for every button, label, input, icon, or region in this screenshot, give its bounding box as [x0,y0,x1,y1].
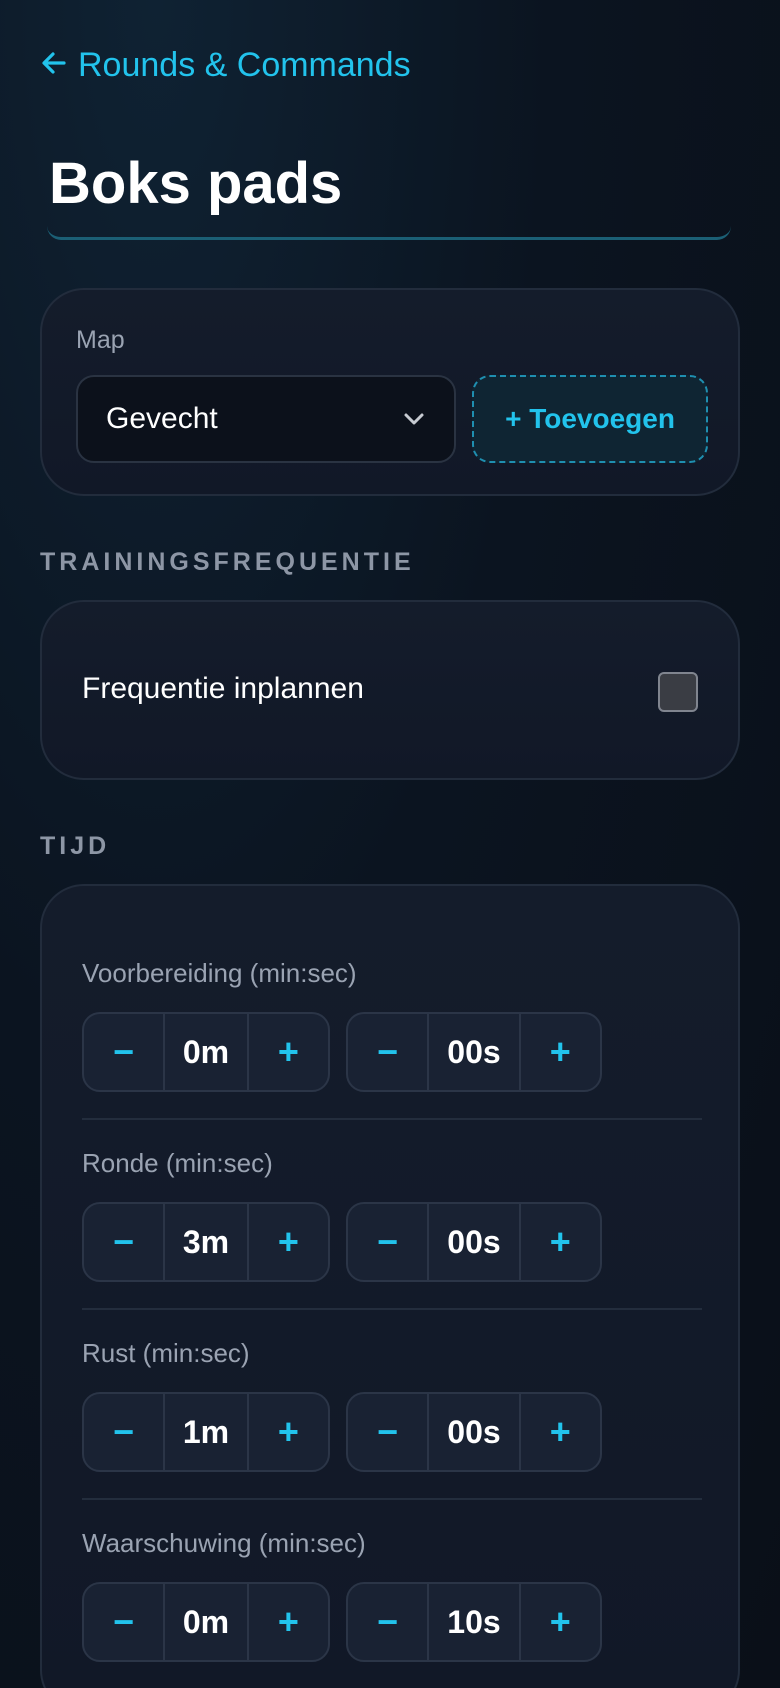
back-link[interactable]: Rounds & Commands [40,46,411,85]
section-label-time: TIJD [40,832,111,860]
time-row-preparation: Voorbereiding (min:sec) − 0m + − 00s + [82,958,702,1092]
title-field[interactable]: Boks pads [47,150,731,240]
minutes-stepper: − 0m + [82,1012,330,1092]
increment-seconds-button[interactable]: + [521,1204,600,1280]
seconds-stepper: − 00s + [346,1202,602,1282]
divider [82,1498,702,1500]
chevron-down-icon [400,405,428,433]
seconds-value: 00s [427,1204,521,1280]
back-label: Rounds & Commands [78,46,411,84]
increment-minutes-button[interactable]: + [249,1204,328,1280]
seconds-value: 10s [427,1584,521,1660]
section-label-frequency: TRAININGSFREQUENTIE [40,548,415,576]
divider [82,1118,702,1120]
time-row-rest: Rust (min:sec) − 1m + − 00s + [82,1338,702,1472]
minutes-stepper: − 1m + [82,1392,330,1472]
minutes-stepper: − 3m + [82,1202,330,1282]
time-card: Voorbereiding (min:sec) − 0m + − 00s + R… [40,884,740,1688]
time-row-label: Rust (min:sec) [82,1338,250,1368]
time-row-warning: Waarschuwing (min:sec) − 0m + − 10s + [82,1528,702,1662]
frequency-card: Frequentie inplannen [40,600,740,780]
decrement-seconds-button[interactable]: − [348,1394,427,1470]
minutes-stepper: − 0m + [82,1582,330,1662]
page-title: Boks pads [49,151,343,216]
seconds-value: 00s [427,1014,521,1090]
seconds-stepper: − 00s + [346,1012,602,1092]
decrement-minutes-button[interactable]: − [84,1584,163,1660]
map-label: Map [76,326,125,354]
map-card: Map Gevecht + Toevoegen [40,288,740,496]
map-select-value: Gevecht [106,402,218,435]
time-row-round: Ronde (min:sec) − 3m + − 00s + [82,1148,702,1282]
minutes-value: 0m [163,1584,249,1660]
increment-minutes-button[interactable]: + [249,1014,328,1090]
time-row-label: Ronde (min:sec) [82,1148,273,1178]
frequency-label: Frequentie inplannen [82,672,364,705]
decrement-minutes-button[interactable]: − [84,1394,163,1470]
seconds-stepper: − 10s + [346,1582,602,1662]
increment-seconds-button[interactable]: + [521,1394,600,1470]
time-row-label: Voorbereiding (min:sec) [82,958,357,988]
decrement-minutes-button[interactable]: − [84,1014,163,1090]
page: Rounds & Commands Boks pads Map Gevecht … [0,0,780,1688]
minutes-value: 3m [163,1204,249,1280]
decrement-seconds-button[interactable]: − [348,1584,427,1660]
seconds-value: 00s [427,1394,521,1470]
minutes-value: 1m [163,1394,249,1470]
divider [82,1308,702,1310]
increment-minutes-button[interactable]: + [249,1394,328,1470]
increment-seconds-button[interactable]: + [521,1014,600,1090]
decrement-minutes-button[interactable]: − [84,1204,163,1280]
arrow-left-icon [40,49,68,83]
increment-seconds-button[interactable]: + [521,1584,600,1660]
add-map-button[interactable]: + Toevoegen [472,375,708,463]
decrement-seconds-button[interactable]: − [348,1204,427,1280]
frequency-checkbox[interactable] [658,672,698,712]
increment-minutes-button[interactable]: + [249,1584,328,1660]
decrement-seconds-button[interactable]: − [348,1014,427,1090]
minutes-value: 0m [163,1014,249,1090]
seconds-stepper: − 00s + [346,1392,602,1472]
map-select[interactable]: Gevecht [76,375,456,463]
time-row-label: Waarschuwing (min:sec) [82,1528,366,1558]
